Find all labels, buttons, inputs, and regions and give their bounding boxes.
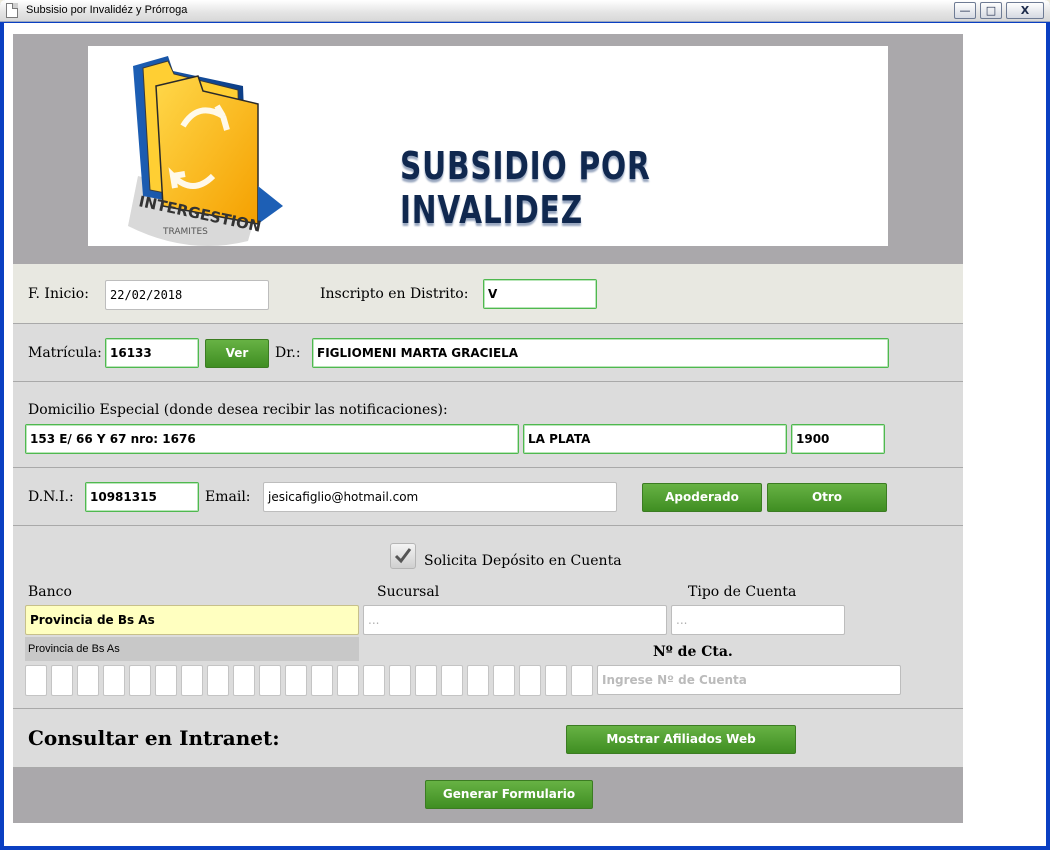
row-fecha-distrito: F. Inicio: 22/02/2018 Inscripto en Distr… <box>13 264 963 324</box>
cbu-digit-box[interactable] <box>415 665 437 696</box>
email-input[interactable]: jesicafiglio@hotmail.com <box>263 482 617 512</box>
ver-button[interactable]: Ver <box>205 339 269 368</box>
row-domicilio: Domicilio Especial (donde desea recibir … <box>13 382 963 468</box>
cbu-digit-box[interactable] <box>155 665 177 696</box>
dni-label: D.N.I.: <box>28 489 74 505</box>
doctor-input[interactable]: FIGLIOMENI MARTA GRACIELA <box>312 338 889 368</box>
matricula-input[interactable]: 16133 <box>105 338 199 368</box>
banco-input[interactable]: Provincia de Bs As <box>25 605 359 635</box>
cbu-digit-box[interactable] <box>77 665 99 696</box>
otro-button[interactable]: Otro <box>767 483 887 512</box>
dni-input[interactable]: 10981315 <box>85 482 199 512</box>
distrito-label: Inscripto en Distrito: <box>320 286 469 302</box>
banco-suggestion-item[interactable]: Provincia de Bs As <box>25 637 359 661</box>
intranet-label: Consultar en Intranet: <box>28 726 280 750</box>
header-area: INTERGESTION TRAMITES SUBSIDIO POR INVAL… <box>13 34 963 264</box>
cbu-digit-box[interactable] <box>103 665 125 696</box>
cbu-digit-box[interactable] <box>389 665 411 696</box>
cbu-digit-box[interactable] <box>545 665 567 696</box>
window-title: Subsisio por Invalidéz y Prórroga <box>26 4 188 16</box>
domicilio-cp-input[interactable]: 1900 <box>791 424 885 454</box>
title-bar[interactable]: Subsisio por Invalidéz y Prórroga — □ X <box>0 0 1050 22</box>
email-label: Email: <box>205 489 251 505</box>
cbu-digit-box[interactable] <box>363 665 385 696</box>
maximize-button[interactable]: □ <box>980 2 1002 19</box>
minimize-button[interactable]: — <box>954 2 976 19</box>
cbu-digit-box[interactable] <box>51 665 73 696</box>
deposito-checkbox[interactable] <box>390 543 416 569</box>
logo-subtext: TRAMITES <box>162 227 208 237</box>
form-panel: INTERGESTION TRAMITES SUBSIDIO POR INVAL… <box>13 34 963 823</box>
cbu-digit-box[interactable] <box>493 665 515 696</box>
cbu-digit-box[interactable] <box>259 665 281 696</box>
application-window: Subsisio por Invalidéz y Prórroga — □ X <box>0 0 1050 850</box>
apoderado-button[interactable]: Apoderado <box>642 483 762 512</box>
banner: INTERGESTION TRAMITES SUBSIDIO POR INVAL… <box>88 46 888 246</box>
domicilio-direccion-input[interactable]: 153 E/ 66 Y 67 nro: 1676 <box>25 424 519 454</box>
banco-label: Banco <box>28 584 72 600</box>
row-dni-email: D.N.I.: 10981315 Email: jesicafiglio@hot… <box>13 468 963 526</box>
cbu-digit-box[interactable] <box>129 665 151 696</box>
banner-title: SUBSIDIO POR INVALIDEZ <box>400 144 651 232</box>
cbu-digit-box[interactable] <box>181 665 203 696</box>
nro-cuenta-input[interactable]: Ingrese Nº de Cuenta <box>597 665 901 695</box>
window-client-area: INTERGESTION TRAMITES SUBSIDIO POR INVAL… <box>4 23 1046 846</box>
fecha-inicio-label: F. Inicio: <box>28 286 89 302</box>
sucursal-label: Sucursal <box>377 584 440 600</box>
domicilio-localidad-input[interactable]: LA PLATA <box>523 424 787 454</box>
deposito-label: Solicita Depósito en Cuenta <box>424 553 622 569</box>
matricula-label: Matrícula: <box>28 345 102 361</box>
generar-formulario-button[interactable]: Generar Formulario <box>425 780 593 809</box>
tipo-cuenta-input[interactable]: ... <box>671 605 845 635</box>
cbu-digit-box[interactable] <box>233 665 255 696</box>
distrito-input[interactable]: V <box>483 279 597 309</box>
intergestion-logo: INTERGESTION TRAMITES <box>128 56 283 246</box>
cbu-digit-box[interactable] <box>441 665 463 696</box>
domicilio-label: Domicilio Especial (donde desea recibir … <box>28 402 448 418</box>
doctor-label: Dr.: <box>275 345 301 361</box>
cbu-digit-box[interactable] <box>337 665 359 696</box>
mostrar-afiliados-web-button[interactable]: Mostrar Afiliados Web <box>566 725 796 754</box>
checkmark-icon <box>394 548 412 564</box>
cbu-digit-box[interactable] <box>519 665 541 696</box>
cbu-digit-box[interactable] <box>285 665 307 696</box>
cbu-digit-box[interactable] <box>467 665 489 696</box>
close-button[interactable]: X <box>1006 2 1044 19</box>
row-matricula: Matrícula: 16133 Ver Dr.: FIGLIOMENI MAR… <box>13 324 963 382</box>
footer-area: Generar Formulario <box>13 768 963 823</box>
nro-cuenta-label: Nº de Cta. <box>653 644 733 660</box>
document-icon <box>6 3 18 18</box>
tipo-cuenta-label: Tipo de Cuenta <box>688 584 797 600</box>
row-intranet: Consultar en Intranet: Mostrar Afiliados… <box>13 709 963 768</box>
cbu-digit-box[interactable] <box>207 665 229 696</box>
fecha-inicio-input[interactable]: 22/02/2018 <box>105 280 269 310</box>
sucursal-input[interactable]: ... <box>363 605 667 635</box>
cbu-digit-box[interactable] <box>25 665 47 696</box>
cbu-digit-box[interactable] <box>571 665 593 696</box>
cbu-digit-box[interactable] <box>311 665 333 696</box>
